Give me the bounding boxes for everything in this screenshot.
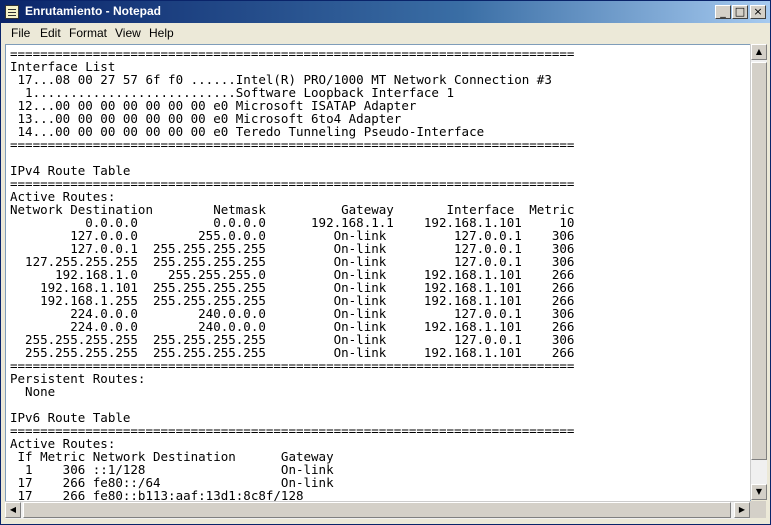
scroll-up-button[interactable]: ▲ [751,44,767,60]
window-title: Enrutamiento - Notepad [25,4,162,18]
maximize-button[interactable]: □ [732,5,748,19]
menu-file[interactable]: File [11,26,30,40]
text-line: Persistent Routes: [10,371,146,386]
menu-format[interactable]: Format [69,26,107,40]
horizontal-scroll-thumb[interactable] [23,502,731,518]
menu-view[interactable]: View [115,26,141,40]
scroll-right-button[interactable]: ▶ [734,502,750,518]
menu-edit[interactable]: Edit [40,26,61,40]
horizontal-scrollbar[interactable]: ◀ ▶ [5,501,750,519]
text-editor[interactable]: ========================================… [5,44,751,502]
notepad-icon[interactable] [5,5,19,19]
menu-help[interactable]: Help [149,26,174,40]
size-grip[interactable] [750,501,766,518]
text-line: None [10,384,56,399]
scroll-down-button[interactable]: ▼ [751,484,767,500]
vertical-scrollbar[interactable]: ▲ ▼ [750,44,767,500]
editor-text: ========================================… [10,47,575,501]
scroll-left-button[interactable]: ◀ [5,502,21,518]
menu-bar: File Edit Format View Help [1,23,770,43]
notepad-window: Enrutamiento - Notepad _ □ × File Edit F… [0,0,771,525]
text-line: ========================================… [10,137,575,152]
close-button[interactable]: × [750,5,766,19]
vertical-scroll-thumb[interactable] [751,62,767,460]
minimize-button[interactable]: _ [715,5,731,19]
title-bar[interactable]: Enrutamiento - Notepad _ □ × [1,1,770,23]
